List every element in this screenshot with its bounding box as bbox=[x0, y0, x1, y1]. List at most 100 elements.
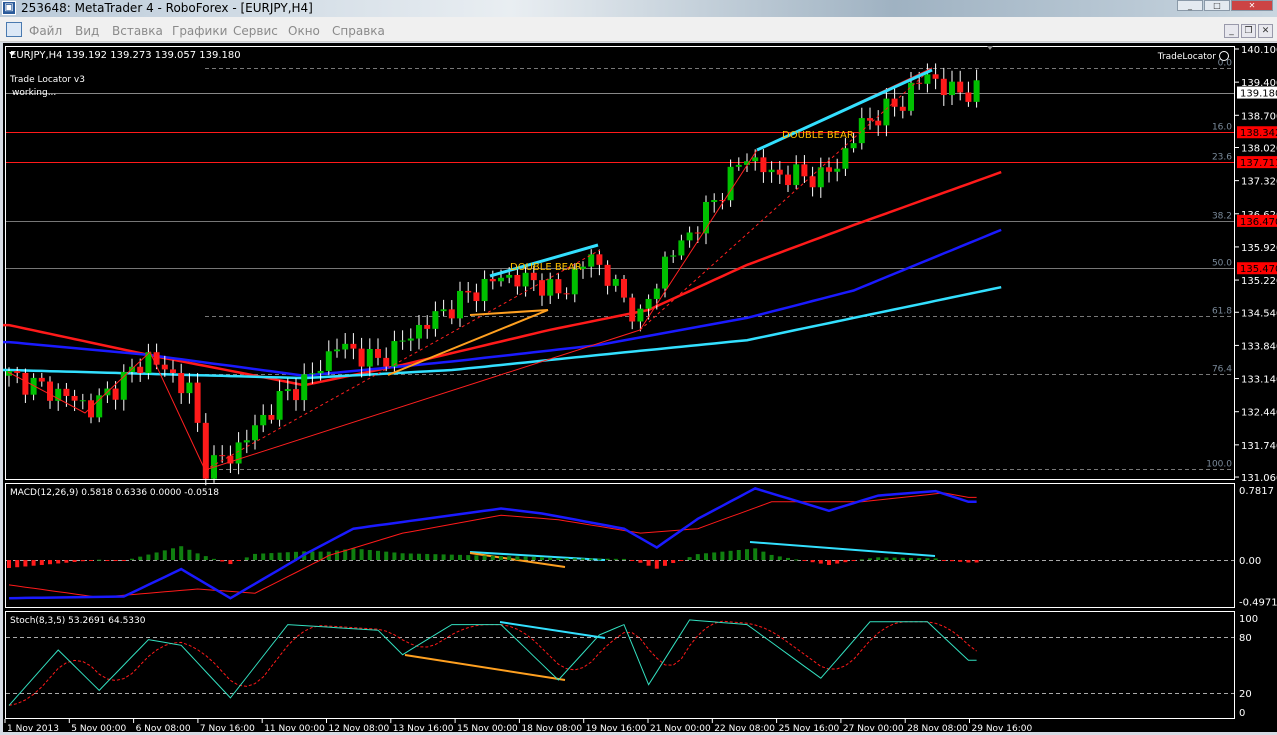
macd-histogram-bar bbox=[376, 550, 380, 560]
fib-level-label: 76.4 bbox=[1212, 365, 1232, 375]
macd-histogram-bar bbox=[269, 553, 274, 560]
candle-bull bbox=[498, 277, 504, 282]
price-tick-label: 135.220 bbox=[1241, 276, 1277, 287]
candle-bull bbox=[612, 278, 619, 286]
macd-histogram-bar bbox=[827, 560, 831, 565]
minimize-button[interactable]: _ bbox=[1177, 0, 1203, 11]
macd-histogram-bar bbox=[925, 558, 930, 560]
macd-histogram-bar bbox=[917, 558, 922, 560]
candle-bull bbox=[752, 157, 759, 162]
fib-level-label: 38.2 bbox=[1212, 212, 1232, 222]
menu-charts[interactable]: Графики bbox=[172, 24, 227, 38]
macd-histogram-bar bbox=[548, 557, 553, 560]
candle-bull bbox=[883, 98, 890, 126]
chart-window-icon[interactable] bbox=[6, 22, 22, 37]
price-tick-label: 134.540 bbox=[1241, 308, 1277, 319]
menu-insert[interactable]: Вставка bbox=[112, 24, 163, 38]
macd-histogram-bar bbox=[64, 560, 69, 563]
candle-bear bbox=[358, 348, 365, 367]
macd-histogram-bar bbox=[130, 558, 134, 560]
price-marker-label: 137.711 bbox=[1240, 158, 1277, 169]
macd-histogram-bar bbox=[974, 560, 979, 563]
candle-bull bbox=[481, 278, 488, 302]
menu-file[interactable]: Файл bbox=[29, 24, 62, 38]
candle-bear bbox=[629, 297, 636, 322]
time-label: 13 Nov 16:00 bbox=[393, 724, 454, 732]
candle-bear bbox=[293, 389, 299, 401]
price-tick-label: 131.740 bbox=[1241, 441, 1277, 452]
mdi-close-button[interactable]: ✕ bbox=[1258, 24, 1273, 38]
candle-bull bbox=[186, 382, 193, 394]
candle-bull bbox=[440, 309, 447, 312]
macd-histogram-bar bbox=[531, 556, 536, 560]
candle-bull bbox=[301, 374, 308, 401]
mdi-minimize-button[interactable]: _ bbox=[1224, 24, 1239, 38]
stoch-tick-label: 100 bbox=[1239, 614, 1258, 625]
candle-bull bbox=[457, 290, 463, 319]
macd-histogram-bar bbox=[466, 555, 471, 560]
candle-bull bbox=[366, 348, 373, 367]
macd-histogram-bar bbox=[597, 558, 602, 560]
macd-histogram-bar bbox=[195, 553, 200, 560]
macd-histogram-bar bbox=[572, 558, 577, 560]
macd-histogram-bar bbox=[950, 560, 954, 562]
macd-histogram-bar bbox=[138, 556, 143, 560]
macd-histogram-bar bbox=[556, 558, 561, 560]
macd-histogram-bar bbox=[72, 560, 77, 562]
candle-bear bbox=[785, 174, 791, 186]
macd-histogram-bar bbox=[212, 558, 216, 560]
candle-bull bbox=[727, 166, 734, 201]
macd-histogram-bar bbox=[253, 553, 257, 560]
candle-bull bbox=[949, 81, 955, 96]
macd-histogram-bar bbox=[277, 552, 282, 560]
macd-histogram-bar bbox=[203, 556, 208, 560]
macd-histogram-bar bbox=[458, 554, 462, 560]
macd-histogram-bar bbox=[228, 560, 233, 565]
candle-bear bbox=[489, 278, 496, 282]
price-tick-label: 138.700 bbox=[1241, 111, 1277, 122]
candle-bull bbox=[793, 164, 800, 186]
candle-bear bbox=[875, 120, 882, 126]
macd-tick-label: 0.00 bbox=[1239, 556, 1261, 567]
candle-bear bbox=[899, 106, 906, 111]
mdi-restore-button[interactable]: ❐ bbox=[1241, 24, 1256, 38]
price-tick-label: 138.020 bbox=[1241, 143, 1277, 154]
macd-histogram-bar bbox=[794, 559, 799, 561]
menu-window[interactable]: Окно bbox=[288, 24, 320, 38]
chart-shift-marker-icon[interactable] bbox=[987, 46, 993, 50]
time-label: 27 Nov 00:00 bbox=[843, 724, 904, 732]
main-pane-frame bbox=[5, 46, 1235, 480]
macd-histogram-bar bbox=[367, 550, 372, 560]
macd-histogram-bar bbox=[638, 560, 643, 563]
ma-cyan-line bbox=[0, 285, 1002, 380]
menu-tools[interactable]: Сервис bbox=[233, 24, 278, 38]
macd-histogram-bar bbox=[31, 560, 36, 566]
time-label: 5 Nov 00:00 bbox=[71, 724, 126, 732]
macd-histogram-bar bbox=[654, 560, 659, 569]
time-label: 28 Nov 08:00 bbox=[907, 724, 968, 732]
metatrader-icon: ▣ bbox=[2, 1, 16, 15]
macd-histogram-bar bbox=[310, 551, 315, 560]
menu-view[interactable]: Вид bbox=[75, 24, 99, 38]
macd-histogram-bar bbox=[646, 560, 651, 566]
time-label: 29 Nov 16:00 bbox=[972, 724, 1033, 732]
candle-bull bbox=[309, 373, 316, 375]
macd-histogram-bar bbox=[958, 560, 963, 562]
chart-canvas[interactable]: 0.016.023.638.250.061.876.4100.0 140.100… bbox=[0, 43, 1277, 734]
maximize-button[interactable]: □ bbox=[1204, 0, 1230, 11]
chart-window[interactable]: 0.016.023.638.250.061.876.4100.0 140.100… bbox=[0, 43, 1277, 734]
price-tick-label: 132.440 bbox=[1241, 408, 1277, 419]
candle-bull bbox=[834, 168, 841, 172]
candle-bear bbox=[801, 164, 808, 177]
menu-help[interactable]: Справка bbox=[332, 24, 385, 38]
macd-histogram-bar bbox=[7, 560, 11, 568]
macd-histogram-bar bbox=[966, 560, 971, 563]
close-button[interactable]: ✕ bbox=[1231, 0, 1273, 11]
macd-histogram-bar bbox=[909, 557, 913, 560]
macd-histogram-bar bbox=[835, 560, 840, 564]
candle-bear bbox=[621, 278, 627, 298]
macd-histogram-bar bbox=[900, 557, 905, 560]
candle-bull bbox=[817, 167, 824, 188]
candle-bull bbox=[260, 414, 267, 426]
pattern-label: DOUBLE BEAR bbox=[782, 130, 854, 141]
